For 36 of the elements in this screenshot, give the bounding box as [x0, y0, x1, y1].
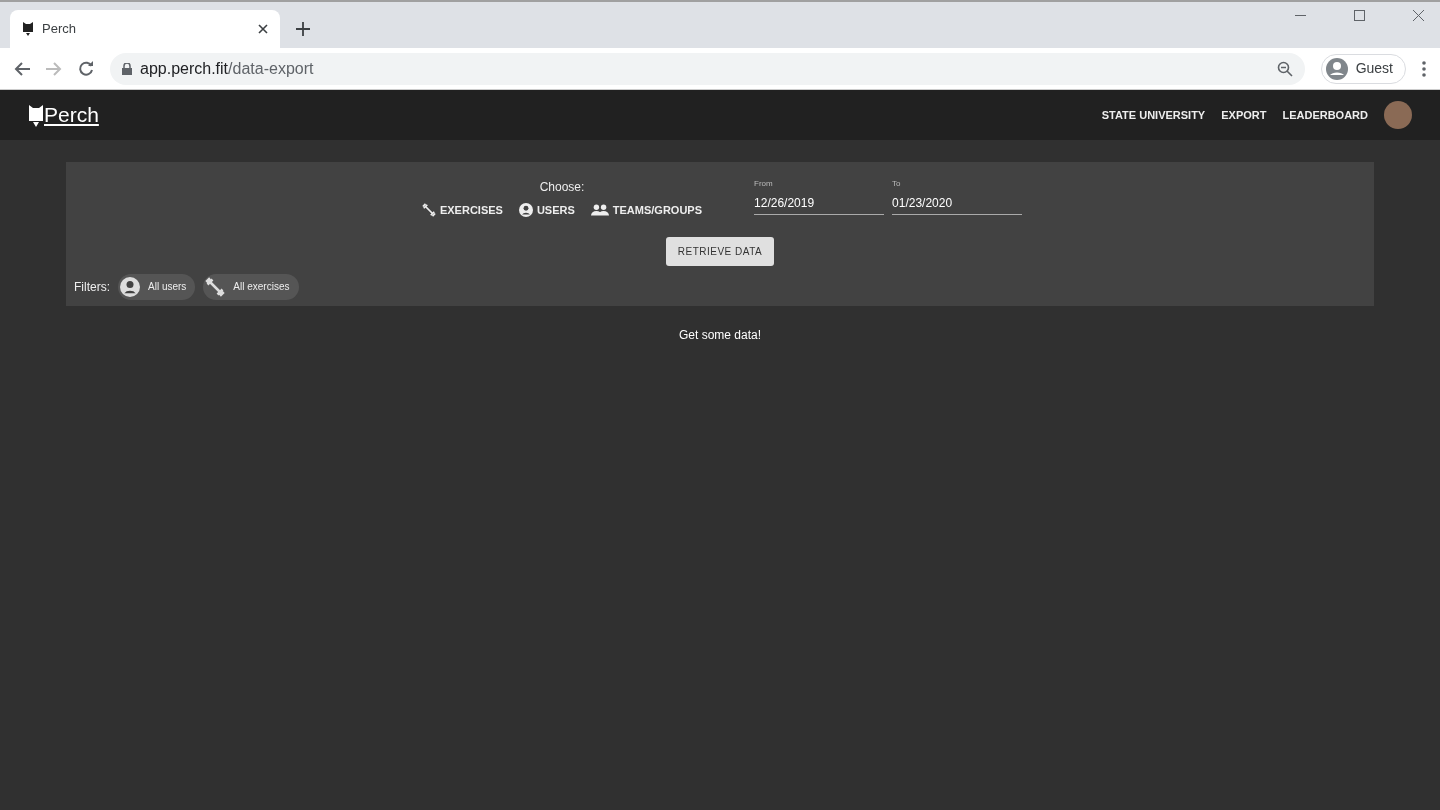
to-label: To — [892, 178, 902, 190]
to-date-field[interactable]: 01/23/2020 — [892, 192, 1023, 215]
nav-link[interactable]: LEADERBOARD — [1282, 106, 1368, 124]
lock-icon — [122, 62, 132, 75]
filter-chip[interactable]: All users — [118, 273, 196, 300]
new-tab-icon[interactable] — [296, 22, 310, 36]
maximize-icon[interactable] — [1354, 10, 1365, 21]
close-icon[interactable] — [258, 24, 268, 34]
reload-icon[interactable] — [78, 60, 94, 77]
owl-favicon-icon — [22, 21, 34, 37]
brand-link[interactable]: Perch — [44, 99, 99, 131]
menu-icon[interactable] — [1422, 60, 1426, 77]
from-date-field[interactable]: 12/26/2019 — [754, 192, 885, 215]
export-type-option[interactable]: EXERCISES — [417, 200, 507, 221]
user-icon — [120, 276, 140, 297]
user-icon — [518, 203, 533, 218]
dumbbell-icon — [205, 276, 226, 297]
filters-label: Filters: — [74, 278, 110, 296]
empty-message: Get some data! — [678, 327, 761, 342]
avatar[interactable] — [1384, 101, 1412, 129]
export-type-option[interactable]: TEAMS/GROUPS — [586, 200, 707, 221]
dumbbell-icon — [421, 203, 436, 218]
group-icon — [590, 203, 609, 218]
close-icon[interactable] — [1413, 10, 1424, 21]
back-icon[interactable] — [14, 60, 30, 77]
export-type-option[interactable]: USERS — [514, 200, 579, 221]
filter-chip[interactable]: All exercises — [203, 273, 299, 300]
nav-link[interactable]: EXPORT — [1221, 106, 1267, 124]
zoom-out-icon[interactable] — [1276, 60, 1293, 77]
profile-icon — [1325, 57, 1348, 80]
from-label: From — [754, 178, 774, 190]
url-text: app.perch.fit/data-export — [140, 58, 315, 79]
choose-label: Choose: — [539, 179, 585, 196]
address-bar[interactable]: app.perch.fit/data-export — [110, 52, 1305, 85]
nav-link[interactable]: STATE UNIVERSITY — [1101, 106, 1206, 124]
retrieve-data-button[interactable]: RETRIEVE DATA — [665, 236, 775, 266]
